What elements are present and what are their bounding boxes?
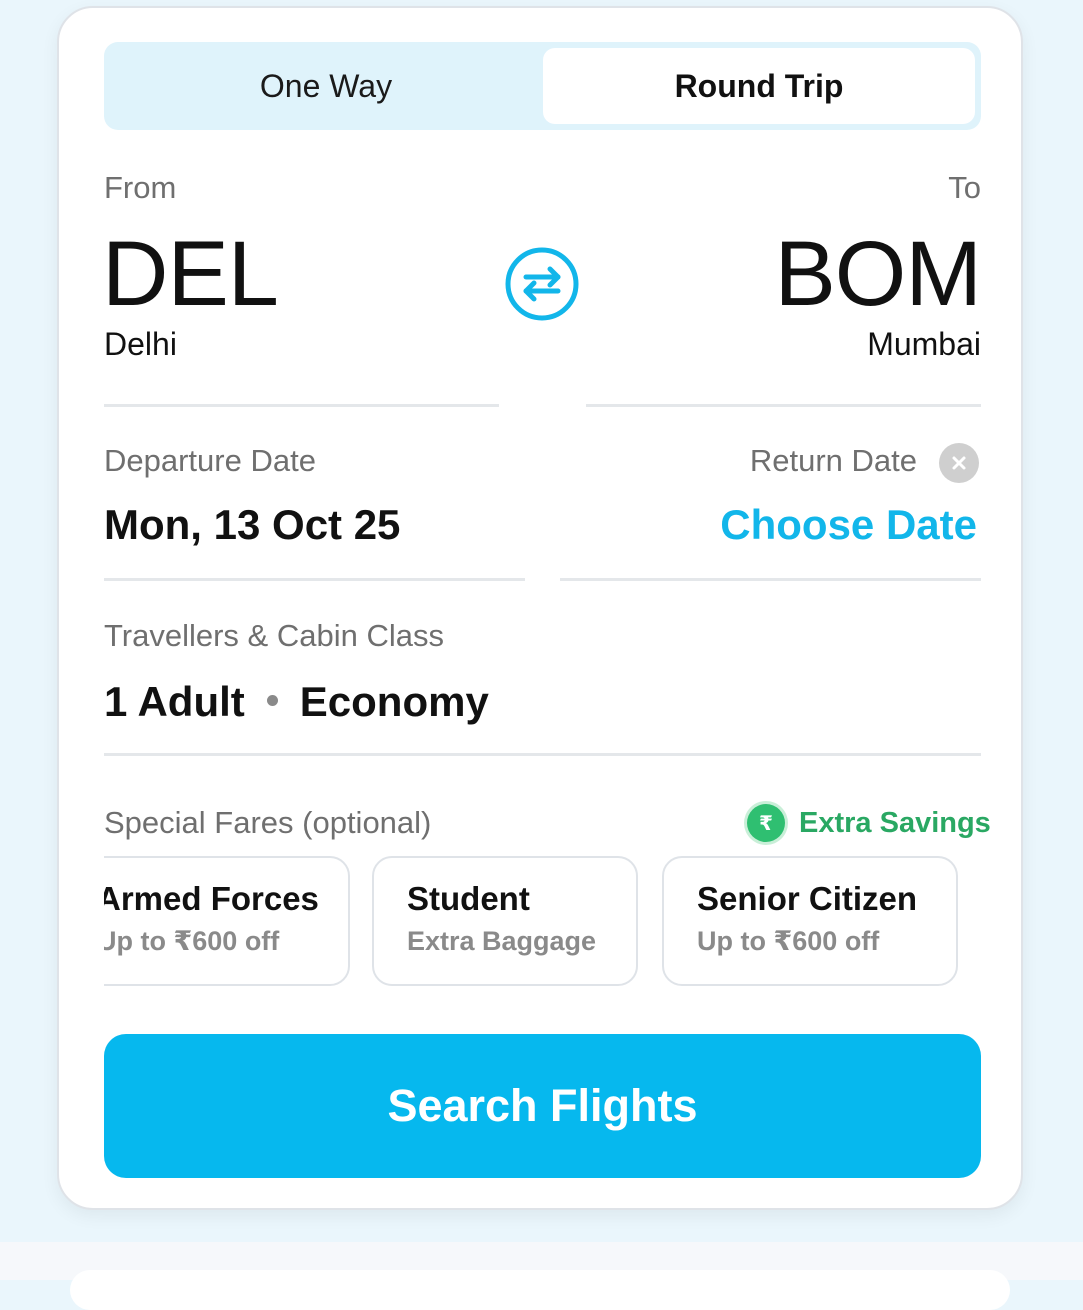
- cabin-class: Economy: [299, 678, 489, 725]
- from-divider: [104, 404, 499, 407]
- special-fares-carousel[interactable]: Armed Forces Up to ₹600 off Student Extr…: [104, 856, 981, 992]
- extra-savings-text: Extra Savings: [799, 806, 991, 839]
- swap-route-button[interactable]: [503, 245, 581, 323]
- departure-date-field[interactable]: Departure Date Mon, 13 Oct 25: [104, 438, 524, 568]
- from-airport-code: DEL: [102, 223, 279, 325]
- departure-divider: [104, 578, 525, 581]
- special-fares-label: Special Fares (optional): [104, 805, 432, 840]
- extra-savings-badge: ₹ Extra Savings: [747, 804, 991, 842]
- to-field[interactable]: To BOM Mumbai: [586, 168, 982, 368]
- search-flights-button[interactable]: Search Flights: [104, 1034, 981, 1178]
- from-city: Delhi: [104, 326, 177, 362]
- return-date-choose[interactable]: Choose Date: [720, 501, 977, 549]
- departure-date-label: Departure Date: [104, 443, 316, 478]
- return-date-label: Return Date: [749, 443, 917, 478]
- fare-title: Armed Forces: [104, 880, 319, 917]
- from-label: From: [104, 170, 177, 205]
- fare-title: Senior Citizen: [697, 880, 918, 917]
- fare-card-student[interactable]: Student Extra Baggage: [372, 856, 638, 986]
- rupee-icon: ₹: [747, 804, 785, 842]
- to-airport-code: BOM: [774, 223, 982, 325]
- trip-type-toggle: One Way Round Trip: [104, 42, 981, 130]
- from-field[interactable]: From DEL Delhi: [102, 168, 499, 368]
- fare-subtitle: Up to ₹600 off: [104, 926, 280, 956]
- close-circle-icon: [952, 456, 966, 470]
- fare-subtitle: Up to ₹600 off: [697, 926, 880, 956]
- clear-return-date-button[interactable]: [939, 443, 979, 483]
- to-divider: [586, 404, 981, 407]
- travellers-divider: [104, 753, 981, 756]
- swap-arrows-icon: [505, 247, 579, 321]
- flight-search-card: One Way Round Trip From DEL Delhi To BOM…: [57, 6, 1023, 1210]
- travellers-value: 1 Adult Economy: [104, 678, 489, 726]
- departure-date-value: Mon, 13 Oct 25: [104, 501, 401, 548]
- travellers-field[interactable]: Travellers & Cabin Class 1 Adult Economy: [104, 613, 981, 743]
- separator-dot: [266, 695, 278, 707]
- fare-title: Student: [407, 880, 530, 917]
- traveller-count: 1 Adult: [104, 678, 245, 725]
- fare-card-senior-citizen[interactable]: Senior Citizen Up to ₹600 off: [662, 856, 958, 986]
- one-way-tab[interactable]: One Way: [110, 48, 542, 124]
- to-label: To: [948, 170, 981, 205]
- fare-card-armed-forces[interactable]: Armed Forces Up to ₹600 off: [104, 856, 350, 986]
- next-section-card: [70, 1270, 1010, 1310]
- fare-subtitle: Extra Baggage: [407, 926, 597, 956]
- travellers-label: Travellers & Cabin Class: [104, 618, 444, 653]
- return-divider: [560, 578, 981, 581]
- round-trip-tab[interactable]: Round Trip: [543, 48, 975, 124]
- to-city: Mumbai: [867, 326, 981, 362]
